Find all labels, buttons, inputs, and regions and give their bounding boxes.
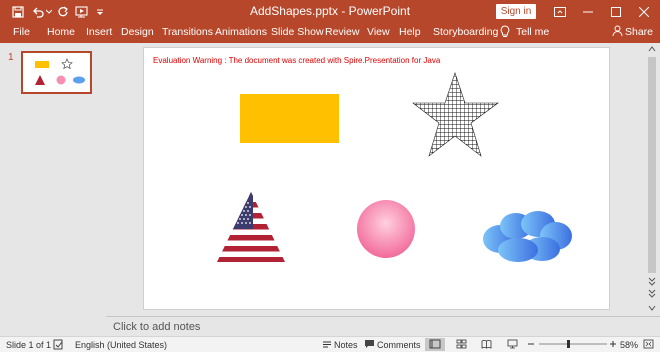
sign-in-button[interactable]: Sign in (496, 4, 536, 19)
slide-canvas[interactable] (143, 47, 610, 310)
minimize-icon[interactable] (574, 0, 602, 23)
ribbon-tabs: File Home Insert Design Transitions Anim… (0, 23, 660, 43)
share-button[interactable]: Share (625, 26, 653, 38)
normal-view-icon[interactable] (425, 338, 445, 351)
tab-animations[interactable]: Animations (215, 26, 267, 38)
fit-slide-icon[interactable] (643, 339, 654, 351)
tab-help[interactable]: Help (399, 26, 421, 38)
slide-sorter-icon[interactable] (456, 339, 467, 351)
tab-home[interactable]: Home (47, 26, 75, 38)
slide-thumbnail[interactable] (21, 51, 92, 94)
zoom-slider[interactable] (527, 338, 617, 352)
slide-thumbnail-number: 1 (8, 52, 14, 63)
share-icon[interactable] (612, 25, 623, 40)
notes-placeholder[interactable]: Click to add notes (113, 321, 200, 333)
tab-storyboarding[interactable]: Storyboarding (433, 26, 498, 38)
vertical-scrollbar[interactable] (644, 43, 660, 316)
title-bar: AddShapes.pptx - PowerPoint Sign in (0, 0, 660, 23)
ribbon-display-options-icon[interactable] (546, 0, 574, 23)
lightbulb-icon[interactable] (500, 25, 510, 41)
notes-button[interactable]: Notes (334, 340, 358, 350)
close-icon[interactable] (630, 0, 658, 23)
reading-view-icon[interactable] (481, 339, 492, 351)
maximize-icon[interactable] (602, 0, 630, 23)
slide-count: Slide 1 of 1 (6, 340, 52, 350)
language-status[interactable]: English (United States) (75, 340, 167, 350)
slide-show-icon[interactable] (507, 339, 518, 351)
spelling-icon[interactable] (53, 339, 64, 352)
zoom-level[interactable]: 58% (620, 340, 638, 350)
star-shape[interactable] (412, 72, 502, 160)
tab-transitions[interactable]: Transitions (162, 26, 213, 38)
comments-button[interactable]: Comments (377, 340, 421, 350)
tab-slide-show[interactable]: Slide Show (271, 26, 324, 38)
tab-view[interactable]: View (367, 26, 390, 38)
cloud-shape[interactable] (480, 209, 574, 263)
circle-shape[interactable] (356, 199, 416, 259)
tab-design[interactable]: Design (121, 26, 154, 38)
evaluation-warning-text: Evaluation Warning : The document was cr… (153, 56, 441, 65)
rectangle-shape[interactable] (240, 94, 339, 143)
tab-insert[interactable]: Insert (86, 26, 112, 38)
notes-icon[interactable] (322, 339, 332, 351)
tab-review[interactable]: Review (325, 26, 359, 38)
tell-me-search[interactable]: Tell me (516, 26, 549, 38)
notes-pane[interactable]: Click to add notes (106, 316, 660, 336)
triangle-shape[interactable] (216, 191, 286, 263)
tab-file[interactable]: File (13, 26, 30, 38)
comments-icon[interactable] (364, 339, 375, 351)
status-bar: Slide 1 of 1 English (United States) Not… (0, 336, 660, 352)
